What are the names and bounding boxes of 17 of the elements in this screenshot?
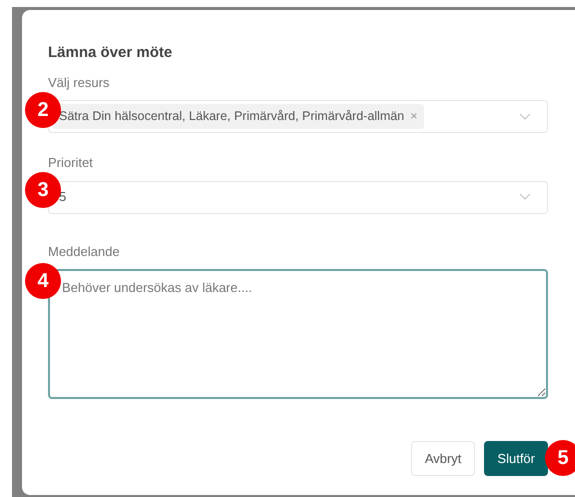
chevron-down-icon [519, 193, 531, 201]
field-label: Meddelande [48, 242, 121, 260]
step-number-marker: 5 [545, 440, 575, 476]
step-number-marker: 4 [25, 262, 61, 298]
field-label: Välj resurs [48, 74, 110, 92]
message-textarea[interactable]: Behöver undersökas av läkare.... [48, 269, 548, 399]
step-number-marker: 2 [25, 92, 61, 128]
field-label: Prioritet [48, 154, 94, 172]
select-field[interactable]: Sätra Din hälsocentral, Läkare, Primärvård, Primärvård-allmän × [48, 100, 548, 133]
step-number-marker: 3 [25, 172, 61, 208]
select-value: 5 [58, 188, 66, 206]
cancel-button[interactable]: Avbryt [410, 441, 476, 476]
chevron-down-icon [519, 112, 531, 120]
finish-button[interactable]: Slutför [484, 441, 548, 476]
chip-text: Sätra Din hälsocentral, Läkare, Primärvård, Primärvård-allmän [59, 108, 404, 126]
select-field[interactable]: 5 [48, 180, 548, 214]
dialog-title: Lämna över möte [48, 43, 174, 63]
